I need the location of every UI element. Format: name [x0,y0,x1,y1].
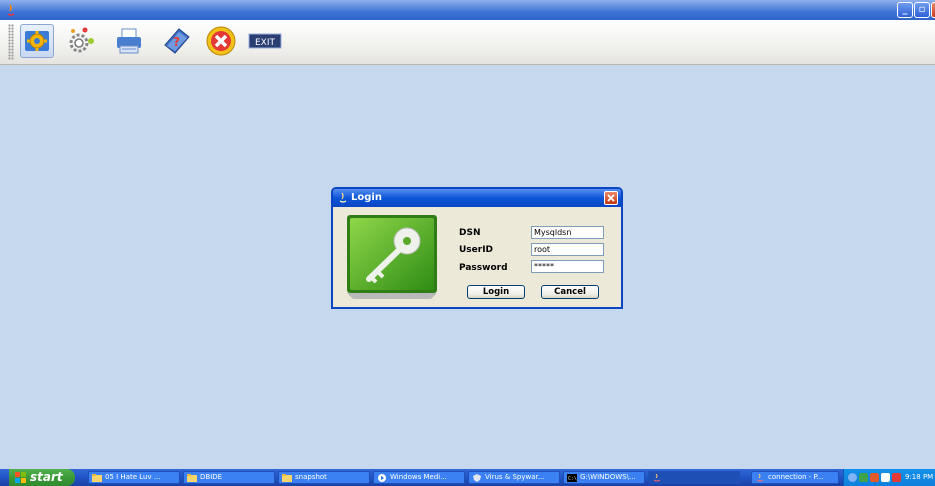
taskbar: start 05 I Hate Luv ... DBIDE snapshot W… [0,469,935,486]
start-button[interactable]: start [9,469,75,486]
folder-icon [92,474,102,482]
start-label: start [30,470,63,484]
taskbar-item[interactable]: connection - P... [751,471,839,484]
folder-icon [187,474,197,482]
volume-icon[interactable] [881,473,890,482]
shield-icon [473,474,481,482]
java-app-icon [7,4,15,16]
taskbar-item-label: DBIDE [200,473,223,481]
taskbar-item[interactable]: Virus & Spywar... [468,471,560,484]
dsn-input[interactable]: Mysqldsn [531,226,604,239]
java-icon [756,474,764,482]
cancel-button[interactable]: Cancel [541,285,599,299]
taskbar-item[interactable]: snapshot [278,471,370,484]
close-icon [607,194,615,202]
taskbar-item-label: snapshot [295,473,327,481]
taskbar-item-label: Virus & Spywar... [485,473,545,481]
svg-text:C:\: C:\ [568,476,577,482]
settings-button[interactable] [20,24,54,58]
minimize-button[interactable]: _ [897,2,913,18]
taskbar-item-label: Windows Medi... [390,473,447,481]
exit-button[interactable]: EXIT [248,24,282,58]
security-icon[interactable] [870,473,879,482]
java-icon [653,474,661,482]
taskbar-item[interactable]: DBIDE [183,471,275,484]
exit-icon: EXIT [248,33,282,49]
clock: 9:18 PM [905,473,934,481]
password-input[interactable]: ***** [531,260,604,273]
network-icon[interactable] [859,473,868,482]
gears-button[interactable] [66,24,100,58]
dialog-title: Login [351,192,382,203]
close-window-button[interactable]: ✕ [931,2,935,18]
java-app-icon [339,192,347,203]
gears-icon [69,27,94,53]
help-button[interactable]: ? [160,24,194,58]
toolbar-grip[interactable] [8,24,14,60]
taskbar-item[interactable]: 05 I Hate Luv ... [88,471,180,484]
maximize-button[interactable]: ▫ [914,2,930,18]
settings-icon [25,31,49,51]
taskbar-item-active[interactable] [648,471,740,484]
printer-icon [117,28,141,54]
svg-text:?: ? [173,35,180,49]
taskbar-item-label: G:\WINDOWS\... [580,473,636,481]
folder-icon [282,474,292,482]
windows-logo-icon [15,472,26,483]
login-dialog: Login DSN Mysqldsn UserID root Password … [331,187,623,309]
back-arrow-icon[interactable] [848,473,857,482]
dsn-label: DSN [459,228,481,238]
taskbar-item[interactable]: C:\ G:\WINDOWS\... [563,471,645,484]
media-player-icon [378,474,386,482]
search-icon[interactable] [892,473,901,482]
console-icon: C:\ [567,474,577,482]
app-title-bar[interactable]: _ ▫ ✕ [0,0,935,20]
userid-label: UserID [459,245,494,255]
login-button[interactable]: Login [467,285,525,299]
taskbar-item-label: connection - P... [768,473,824,481]
taskbar-item[interactable]: Windows Medi... [373,471,465,484]
system-tray: 9:18 PM [843,469,935,486]
exit-label: EXIT [255,38,276,48]
dialog-body: DSN Mysqldsn UserID root Password ***** … [333,207,621,307]
print-button[interactable] [112,24,146,58]
taskbar-item-label: 05 I Hate Luv ... [105,473,161,481]
screen: _ ▫ ✕ [0,0,935,486]
cancel-icon [206,26,236,56]
dialog-title-bar[interactable]: Login [333,189,621,207]
cancel-toolbar-button[interactable] [204,24,238,58]
key-icon [347,215,437,299]
toolbar: ? EXIT [0,20,935,65]
userid-input[interactable]: root [531,243,604,256]
help-book-icon: ? [164,28,190,54]
dialog-close-button[interactable] [604,191,618,205]
password-label: Password [459,263,508,273]
